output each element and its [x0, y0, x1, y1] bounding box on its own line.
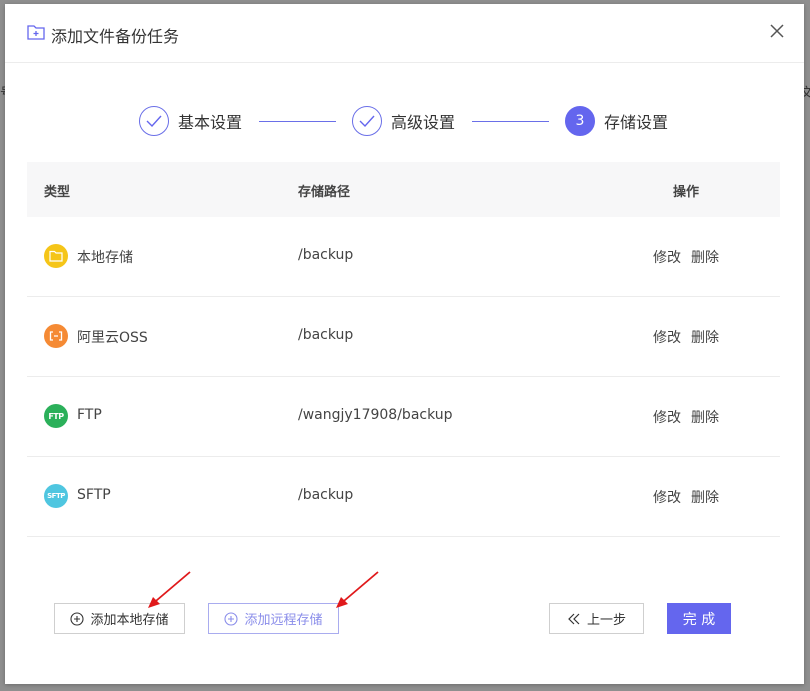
column-path: 存储路径 [298, 185, 351, 200]
table-row: 本地存储 /backup 修改 删除 [27, 217, 780, 297]
step-advanced: 高级设置 [352, 104, 455, 138]
close-icon[interactable] [768, 22, 786, 40]
table-row: SFTP SFTP /backup 修改 删除 [27, 457, 780, 537]
step-number: 3 [565, 106, 595, 136]
double-chevron-left-icon [568, 613, 580, 624]
aliyun-icon [44, 324, 68, 348]
delete-link[interactable]: 删除 [691, 407, 719, 427]
check-icon [139, 106, 169, 136]
storage-type: 阿里云OSS [77, 330, 148, 346]
step-storage: 3 存储设置 [565, 104, 668, 138]
plus-circle-icon [70, 611, 85, 626]
step-basic: 基本设置 [139, 104, 242, 138]
edit-link[interactable]: 修改 [653, 327, 681, 347]
table-row: FTP FTP /wangjy17908/backup 修改 删除 [27, 377, 780, 457]
button-label: 完 成 [682, 611, 716, 628]
step-connector [259, 121, 336, 122]
finish-button[interactable]: 完 成 [667, 603, 731, 634]
edit-link[interactable]: 修改 [653, 247, 681, 267]
previous-step-button[interactable]: 上一步 [549, 603, 644, 634]
folder-icon [44, 244, 68, 268]
storage-table: 类型 存储路径 操作 本地存储 /backup 修改 删除 阿里云OSS /ba… [27, 162, 780, 537]
sftp-icon: SFTP [44, 484, 68, 508]
add-remote-storage-button[interactable]: 添加远程存储 [208, 603, 339, 634]
edit-link[interactable]: 修改 [653, 487, 681, 507]
step-label: 存储设置 [604, 113, 669, 132]
storage-path: /backup [298, 247, 354, 263]
button-label: 上一步 [586, 613, 626, 628]
step-label: 高级设置 [391, 113, 456, 132]
folder-add-icon [27, 25, 45, 40]
storage-path: /wangjy17908/backup [298, 407, 453, 423]
storage-type: FTP [77, 407, 102, 423]
storage-type: 本地存储 [77, 250, 133, 266]
dialog-header: 添加文件备份任务 [5, 4, 804, 63]
table-header: 类型 存储路径 操作 [27, 162, 780, 217]
storage-type: SFTP [77, 487, 111, 503]
column-actions: 操作 [673, 185, 700, 200]
step-connector [472, 121, 549, 122]
plus-circle-icon [224, 611, 239, 626]
storage-path: /backup [298, 327, 354, 343]
delete-link[interactable]: 删除 [691, 487, 719, 507]
table-row: 阿里云OSS /backup 修改 删除 [27, 297, 780, 377]
ftp-icon: FTP [44, 404, 68, 428]
add-local-storage-button[interactable]: 添加本地存储 [54, 603, 185, 634]
step-label: 基本设置 [178, 113, 243, 132]
delete-link[interactable]: 删除 [691, 327, 719, 347]
steps-bar: 基本设置 高级设置 3 存储设置 [5, 104, 804, 140]
check-icon [352, 106, 382, 136]
storage-path: /backup [298, 487, 354, 503]
button-label: 添加本地存储 [90, 613, 169, 628]
add-backup-task-dialog: 添加文件备份任务 基本设置 高级设置 3 存储设置 类型 存储路径 操作 本地存… [5, 4, 804, 684]
delete-link[interactable]: 删除 [691, 247, 719, 267]
edit-link[interactable]: 修改 [653, 407, 681, 427]
dialog-title: 添加文件备份任务 [51, 27, 180, 46]
column-type: 类型 [44, 185, 71, 200]
button-label: 添加远程存储 [244, 613, 323, 628]
